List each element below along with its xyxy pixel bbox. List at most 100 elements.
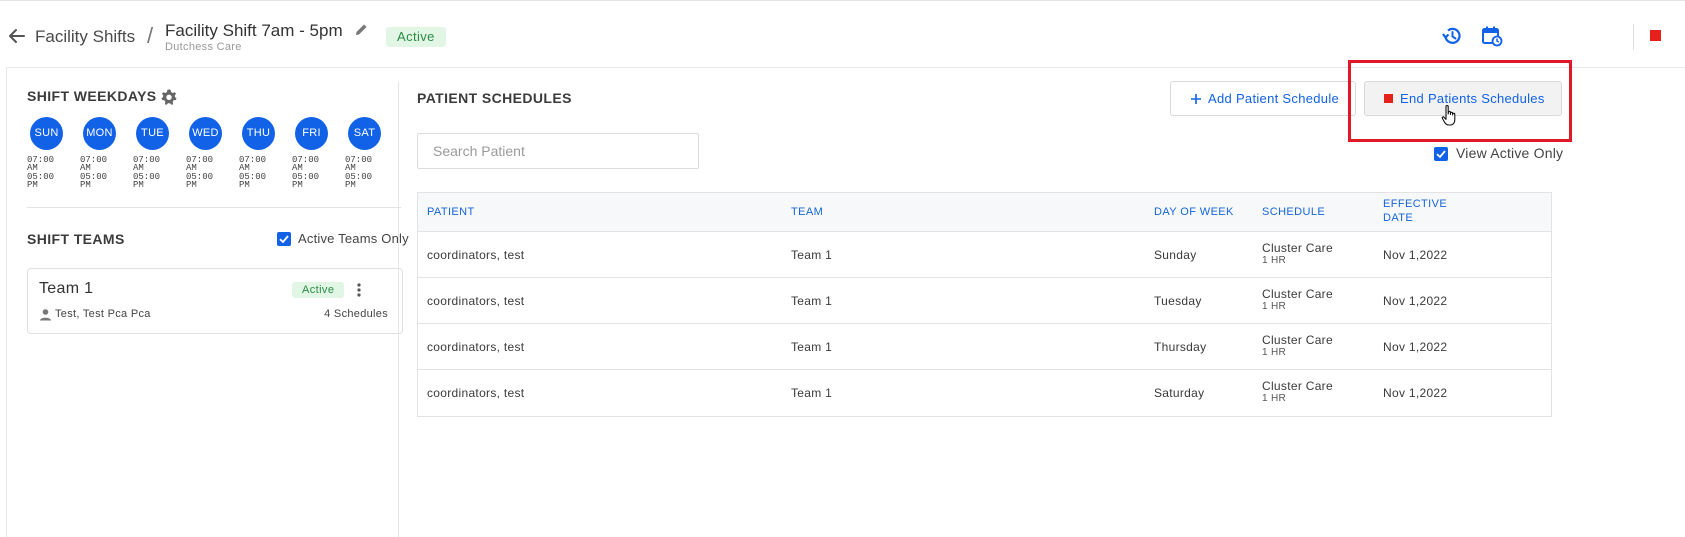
section-divider [27, 207, 401, 208]
cell-team: Team 1 [791, 386, 833, 400]
table-row[interactable]: coordinators, test Team 1 Tuesday Cluste… [418, 278, 1551, 324]
team-name: Team 1 [39, 280, 94, 297]
shift-weekdays-title: SHIFT WEEKDAYS [27, 88, 157, 104]
weekday-start-time: 07:00 AM [133, 155, 161, 173]
header-divider [1633, 24, 1634, 50]
schedule-duration: 1 HR [1262, 301, 1286, 312]
cell-patient: coordinators, test [427, 294, 525, 308]
gear-icon[interactable] [160, 88, 178, 106]
weekday-list: SUN 07:00 AM 05:00 PM MON 07:00 AM 05:00… [27, 117, 410, 191]
stop-icon[interactable] [1644, 25, 1666, 47]
weekday-end-time: 05:00 PM [292, 172, 320, 190]
page-header: Facility Shifts / Facility Shift 7am - 5… [0, 1, 1685, 67]
end-patients-schedules-button[interactable]: End Patients Schedules [1364, 81, 1562, 116]
team-members: Test, Test Pca Pca [55, 308, 151, 320]
breadcrumb-facility-shifts[interactable]: Facility Shifts [35, 27, 135, 47]
weekday-end-time: 05:00 PM [27, 172, 55, 190]
weekday-badge[interactable]: WED [189, 117, 222, 150]
history-icon[interactable] [1441, 25, 1463, 47]
back-arrow-icon[interactable] [8, 27, 26, 45]
active-teams-only-label: Active Teams Only [298, 231, 409, 246]
weekday-badge[interactable]: TUE [136, 117, 169, 150]
weekday-start-time: 07:00 AM [27, 155, 55, 173]
table-header: PATIENT TEAM DAY OF WEEK SCHEDULE EFFECT… [418, 193, 1551, 232]
column-header-schedule[interactable]: SCHEDULE [1262, 205, 1325, 219]
weekday-badge[interactable]: SUN [30, 117, 63, 150]
weekday-badge[interactable]: MON [83, 117, 116, 150]
cell-team: Team 1 [791, 294, 833, 308]
active-teams-only-checkbox[interactable] [277, 232, 291, 246]
weekday-badge[interactable]: THU [242, 117, 275, 150]
cell-effective-date: Nov 1,2022 [1383, 340, 1448, 354]
cell-schedule: Cluster Care 1 HR [1262, 379, 1333, 405]
checkmark-icon [1436, 150, 1446, 159]
cell-day: Tuesday [1154, 294, 1202, 308]
page-title: Facility Shift 7am - 5pm [165, 21, 343, 40]
team-card[interactable]: Team 1 Active Test, Test Pca Pca 4 Sched… [27, 268, 403, 334]
table-row[interactable]: coordinators, test Team 1 Saturday Clust… [418, 370, 1551, 416]
table-row[interactable]: coordinators, test Team 1 Sunday Cluster… [418, 232, 1551, 278]
weekday-start-time: 07:00 AM [345, 155, 373, 173]
schedule-name: Cluster Care [1262, 333, 1333, 347]
patient-schedules-table: PATIENT TEAM DAY OF WEEK SCHEDULE EFFECT… [417, 192, 1552, 417]
panel-divider [398, 82, 399, 537]
cell-effective-date: Nov 1,2022 [1383, 386, 1448, 400]
schedule-name: Cluster Care [1262, 287, 1333, 301]
add-patient-schedule-label: Add Patient Schedule [1208, 91, 1340, 106]
weekday-badge[interactable]: SAT [348, 117, 381, 150]
column-header-team[interactable]: TEAM [791, 205, 823, 219]
weekday-start-time: 07:00 AM [80, 155, 108, 173]
cell-day: Thursday [1154, 340, 1207, 354]
team-schedule-count: 4 Schedules [324, 308, 388, 320]
patient-schedules-panel: PATIENT SCHEDULES Add Patient Schedule E… [417, 60, 1685, 537]
schedule-name: Cluster Care [1262, 379, 1333, 393]
view-active-only-label: View Active Only [1456, 145, 1564, 161]
cell-effective-date: Nov 1,2022 [1383, 294, 1448, 308]
schedule-name: Cluster Care [1262, 241, 1333, 255]
view-active-only-checkbox[interactable] [1434, 147, 1448, 161]
add-patient-schedule-button[interactable]: Add Patient Schedule [1170, 81, 1356, 116]
cell-schedule: Cluster Care 1 HR [1262, 241, 1333, 267]
cell-schedule: Cluster Care 1 HR [1262, 333, 1333, 359]
weekday-start-time: 07:00 AM [292, 155, 320, 173]
weekday-end-time: 05:00 PM [239, 172, 267, 190]
person-icon [40, 309, 51, 321]
cell-schedule: Cluster Care 1 HR [1262, 287, 1333, 313]
column-header-day[interactable]: DAY OF WEEK [1154, 205, 1234, 219]
cell-team: Team 1 [791, 248, 833, 262]
schedule-duration: 1 HR [1262, 393, 1286, 404]
schedule-duration: 1 HR [1262, 255, 1286, 266]
column-header-effective-date[interactable]: EFFECTIVE DATE [1383, 197, 1463, 225]
plus-icon [1191, 94, 1201, 104]
stop-square-icon [1384, 94, 1393, 103]
more-options-icon[interactable] [354, 281, 364, 299]
shift-panel: SHIFT WEEKDAYS SUN 07:00 AM 05:00 PM MON… [27, 68, 410, 537]
end-patients-schedules-label: End Patients Schedules [1400, 91, 1545, 106]
column-header-patient[interactable]: PATIENT [427, 205, 475, 219]
schedule-duration: 1 HR [1262, 347, 1286, 358]
cell-patient: coordinators, test [427, 248, 525, 262]
page-subtitle: Dutchess Care [165, 41, 242, 53]
shift-teams-title: SHIFT TEAMS [27, 231, 125, 247]
weekday-end-time: 05:00 PM [133, 172, 161, 190]
team-status-badge: Active [292, 282, 345, 298]
weekday-end-time: 05:00 PM [80, 172, 108, 190]
table-row[interactable]: coordinators, test Team 1 Thursday Clust… [418, 324, 1551, 370]
cell-team: Team 1 [791, 340, 833, 354]
weekday-start-time: 07:00 AM [186, 155, 214, 173]
weekday-end-time: 05:00 PM [186, 172, 214, 190]
weekday-end-time: 05:00 PM [345, 172, 373, 190]
main-content: SHIFT WEEKDAYS SUN 07:00 AM 05:00 PM MON… [6, 60, 1685, 537]
weekday-badge[interactable]: FRI [295, 117, 328, 150]
search-patient-input[interactable] [417, 133, 699, 169]
hand-pointer-icon [1441, 105, 1456, 126]
breadcrumb-separator: / [147, 23, 154, 48]
calendar-sync-icon[interactable] [1481, 25, 1503, 47]
cell-day: Saturday [1154, 386, 1205, 400]
cell-patient: coordinators, test [427, 340, 525, 354]
weekday-start-time: 07:00 AM [239, 155, 267, 173]
status-badge: Active [386, 27, 446, 47]
cell-patient: coordinators, test [427, 386, 525, 400]
cell-day: Sunday [1154, 248, 1197, 262]
edit-pencil-icon[interactable] [355, 23, 368, 36]
